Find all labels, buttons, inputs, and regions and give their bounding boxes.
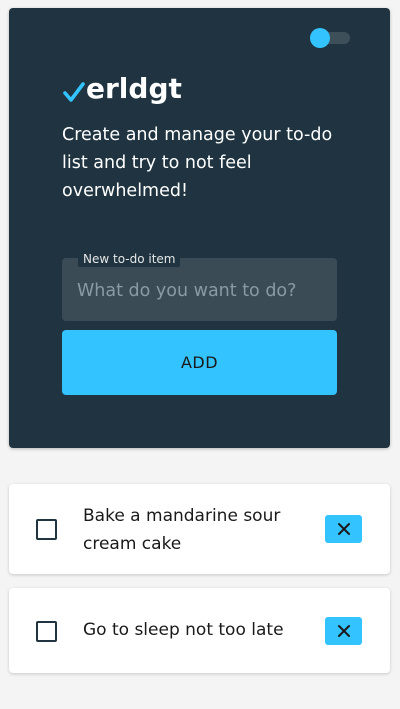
toggle-thumb: [310, 28, 330, 48]
todo-item: Bake a mandarine sour cream cake: [9, 484, 390, 574]
todo-text: Bake a mandarine sour cream cake: [83, 506, 281, 554]
new-todo-label: New to-do item: [78, 252, 181, 267]
app-logo: erldgt: [63, 66, 182, 106]
todo-item: Go to sleep not too late: [9, 588, 390, 673]
new-todo-field: New to-do item: [62, 252, 337, 321]
todo-checkbox[interactable]: [36, 519, 57, 540]
new-todo-input[interactable]: [62, 258, 337, 321]
delete-todo-button[interactable]: [325, 515, 362, 543]
close-icon: [337, 523, 350, 535]
todo-text: Go to sleep not too late: [83, 620, 284, 640]
delete-todo-button[interactable]: [325, 617, 362, 645]
todo-list: Bake a mandarine sour cream cake Go to s…: [9, 484, 390, 687]
app-name: erldgt: [86, 72, 182, 105]
theme-toggle[interactable]: [310, 28, 350, 48]
todo-checkbox[interactable]: [36, 621, 57, 642]
tagline: Create and manage your to-do list and tr…: [62, 125, 333, 201]
header-panel: erldgt Create and manage your to-do list…: [9, 8, 390, 448]
close-icon: [337, 625, 350, 637]
add-button[interactable]: ADD: [62, 330, 337, 395]
checkmark-icon: [63, 82, 85, 102]
page: erldgt Create and manage your to-do list…: [0, 0, 400, 709]
